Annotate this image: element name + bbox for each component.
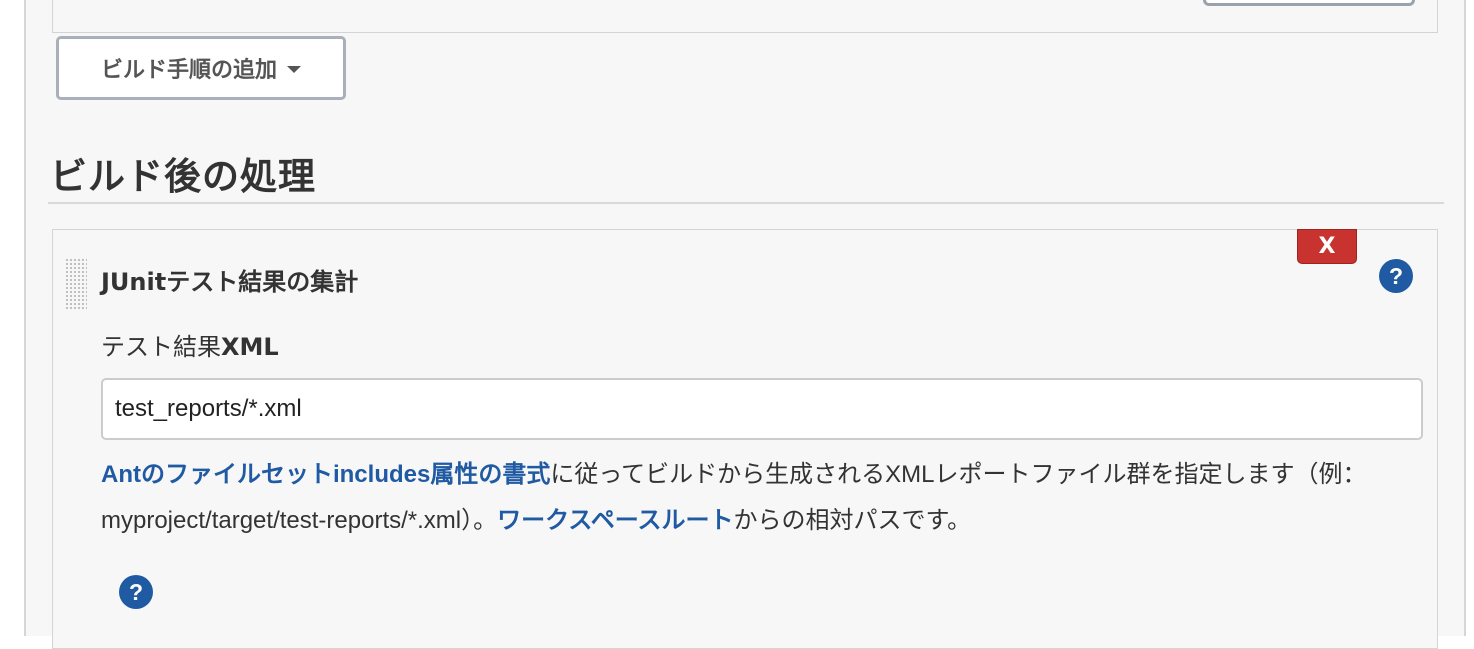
field-label-text: テスト結果 xyxy=(101,333,221,361)
ant-fileset-link[interactable]: Antのファイルセットincludes属性の書式 xyxy=(101,461,550,488)
publisher-title: JUnitテスト結果の集計 xyxy=(101,268,359,296)
previous-build-step-panel xyxy=(52,0,1438,33)
junit-publisher-panel: X ? JUnitテスト結果の集計 テスト結果XML Antのファイルセットin… xyxy=(52,229,1438,649)
section-divider xyxy=(48,202,1444,204)
help-icon-bottom[interactable]: ? xyxy=(119,575,153,609)
post-build-section-title: ビルド後の処理 xyxy=(50,155,316,198)
workspace-root-link[interactable]: ワークスペースルート xyxy=(497,507,733,534)
config-page: ビルド手順の追加 ビルド後の処理 X ? JUnitテスト結果の集計 テスト結果… xyxy=(24,0,1466,649)
add-build-step-label: ビルド手順の追加 xyxy=(100,58,277,83)
test-results-field-label: テスト結果XML xyxy=(101,327,279,362)
description-text-2: からの相対パスです。 xyxy=(733,507,972,534)
delete-publisher-button[interactable]: X xyxy=(1297,229,1357,264)
help-icon[interactable]: ? xyxy=(1379,259,1413,293)
field-description: Antのファイルセットincludes属性の書式に従ってビルドから生成されるXM… xyxy=(101,452,1431,544)
caret-down-icon xyxy=(287,66,301,73)
drag-handle-icon[interactable] xyxy=(65,258,87,310)
previous-step-button[interactable] xyxy=(1203,0,1415,6)
field-label-bold: XML xyxy=(221,333,279,361)
add-build-step-button[interactable]: ビルド手順の追加 xyxy=(56,36,346,100)
test-results-xml-input[interactable] xyxy=(101,378,1423,440)
